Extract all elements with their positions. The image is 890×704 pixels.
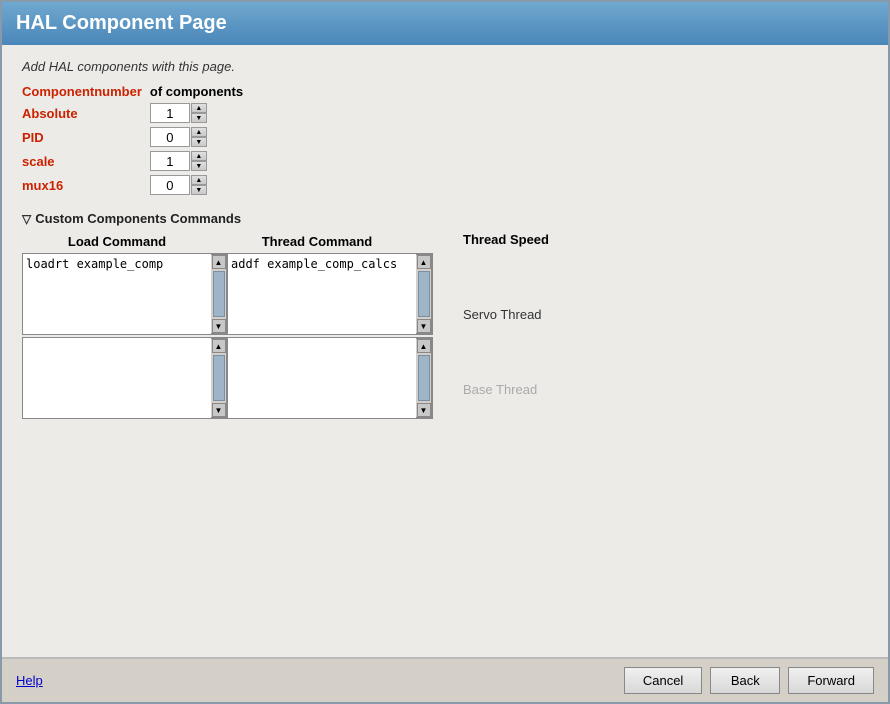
scroll-thumb xyxy=(213,271,225,317)
scroll-up-icon[interactable]: ▲ xyxy=(417,339,431,353)
spin-buttons: ▲▼ xyxy=(191,103,207,123)
spin-container: ▲▼ xyxy=(150,103,243,123)
spin-buttons: ▲▼ xyxy=(191,151,207,171)
scroll-up-icon[interactable]: ▲ xyxy=(212,339,226,353)
component-name-cell: Absolute xyxy=(22,101,150,125)
collapse-arrow-icon[interactable]: ▽ xyxy=(22,212,31,226)
spin-down-button[interactable]: ▼ xyxy=(191,185,207,195)
spin-up-button[interactable]: ▲ xyxy=(191,151,207,161)
spin-buttons: ▲▼ xyxy=(191,175,207,195)
spin-container: ▲▼ xyxy=(150,151,243,171)
window-title: HAL Component Page xyxy=(16,12,227,34)
footer-right: Cancel Back Forward xyxy=(624,667,874,694)
custom-commands-area: Load Command Thread Command loadrt examp… xyxy=(22,232,868,421)
thread-scrollbar-1[interactable]: ▲ ▼ xyxy=(416,254,432,334)
scroll-down-icon[interactable]: ▼ xyxy=(212,319,226,333)
scroll-thumb xyxy=(418,271,430,317)
spin-input[interactable] xyxy=(150,175,190,195)
scroll-down-icon[interactable]: ▼ xyxy=(417,403,431,417)
component-name-cell: PID xyxy=(22,125,150,149)
spin-buttons: ▲▼ xyxy=(191,127,207,147)
component-row: Absolute ▲▼ xyxy=(22,101,251,125)
component-value-cell: ▲▼ xyxy=(150,125,251,149)
content-area: Add HAL components with this page. Compo… xyxy=(2,45,888,657)
title-bar: HAL Component Page xyxy=(2,2,888,45)
spin-input[interactable] xyxy=(150,127,190,147)
description-text: Add HAL components with this page. xyxy=(22,59,868,74)
forward-button[interactable]: Forward xyxy=(788,667,874,694)
component-row: scale ▲▼ xyxy=(22,149,251,173)
component-row: mux16 ▲▼ xyxy=(22,173,251,197)
thread-scrollbar-2[interactable]: ▲ ▼ xyxy=(416,338,432,418)
cancel-button[interactable]: Cancel xyxy=(624,667,702,694)
back-button[interactable]: Back xyxy=(710,667,780,694)
spin-input[interactable] xyxy=(150,103,190,123)
scroll-thumb xyxy=(213,355,225,401)
command-row-1: loadrt example_comp ▲ ▼ addf example_com… xyxy=(22,253,433,335)
spin-down-button[interactable]: ▼ xyxy=(191,161,207,171)
help-button[interactable]: Help xyxy=(16,673,43,688)
component-value-cell: ▲▼ xyxy=(150,173,251,197)
col-component-header: Componentnumber xyxy=(22,82,150,101)
components-table: Componentnumber of components Absolute▲▼… xyxy=(22,82,868,197)
spin-container: ▲▼ xyxy=(150,127,243,147)
commands-grid: Load Command Thread Command loadrt examp… xyxy=(22,232,433,421)
load-command-1[interactable]: loadrt example_comp xyxy=(23,254,211,334)
spin-down-button[interactable]: ▼ xyxy=(191,137,207,147)
thread-speed-header: Thread Speed xyxy=(463,232,549,247)
spin-input[interactable] xyxy=(150,151,190,171)
spin-up-button[interactable]: ▲ xyxy=(191,127,207,137)
scroll-up-icon[interactable]: ▲ xyxy=(417,255,431,269)
col-load-header: Load Command xyxy=(22,232,212,253)
component-value-cell: ▲▼ xyxy=(150,149,251,173)
load-command-2[interactable] xyxy=(23,338,211,418)
load-scrollbar-2[interactable]: ▲ ▼ xyxy=(211,338,227,418)
commands-headers: Load Command Thread Command xyxy=(22,232,433,253)
footer-left: Help xyxy=(16,673,43,688)
component-value-cell: ▲▼ xyxy=(150,101,251,125)
spin-up-button[interactable]: ▲ xyxy=(191,103,207,113)
spin-down-button[interactable]: ▼ xyxy=(191,113,207,123)
servo-thread-label: Servo Thread xyxy=(463,307,549,322)
base-thread-label: Base Thread xyxy=(463,382,549,397)
thread-speed-area: Thread Speed Servo Thread Base Thread xyxy=(463,232,549,397)
custom-commands-header: ▽ Custom Components Commands xyxy=(22,211,868,226)
component-name-cell: scale xyxy=(22,149,150,173)
load-scrollbar-1[interactable]: ▲ ▼ xyxy=(211,254,227,334)
custom-commands-label: Custom Components Commands xyxy=(35,211,241,226)
footer: Help Cancel Back Forward xyxy=(2,657,888,702)
scroll-down-icon[interactable]: ▼ xyxy=(212,403,226,417)
thread-command-2[interactable] xyxy=(228,338,416,418)
col-count-header: of components xyxy=(150,82,251,101)
spin-container: ▲▼ xyxy=(150,175,243,195)
component-row: PID ▲▼ xyxy=(22,125,251,149)
spin-up-button[interactable]: ▲ xyxy=(191,175,207,185)
thread-command-1[interactable]: addf example_comp_calcs xyxy=(228,254,416,334)
component-name-cell: mux16 xyxy=(22,173,150,197)
scroll-down-icon[interactable]: ▼ xyxy=(417,319,431,333)
command-row-2: ▲ ▼ ▲ ▼ xyxy=(22,337,433,419)
scroll-thumb xyxy=(418,355,430,401)
scroll-up-icon[interactable]: ▲ xyxy=(212,255,226,269)
col-thread-header: Thread Command xyxy=(212,232,422,253)
main-window: HAL Component Page Add HAL components wi… xyxy=(0,0,890,704)
